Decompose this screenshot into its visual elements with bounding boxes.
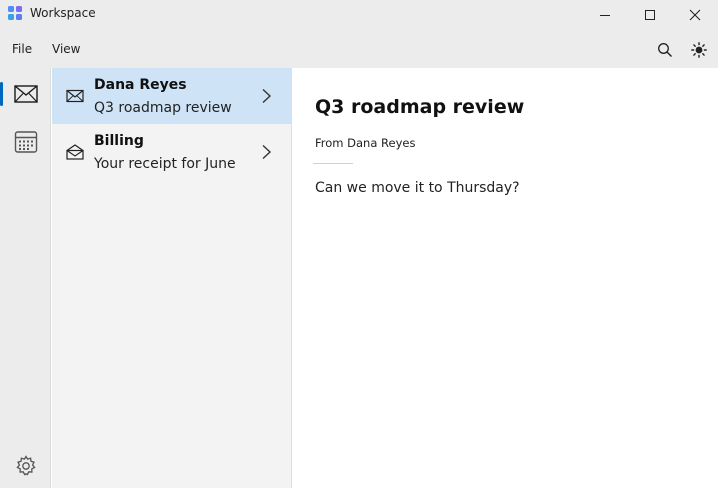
message-subject: Q3 roadmap review [94, 100, 232, 116]
email-body: Can we move it to Thursday? [315, 180, 520, 196]
rail-item-calendar[interactable] [0, 118, 51, 166]
message-sender: Billing [94, 133, 144, 149]
minimize-icon [600, 15, 610, 16]
menu-file[interactable]: File [12, 42, 32, 56]
minimize-button[interactable] [582, 0, 628, 30]
chevron-right-icon [262, 88, 272, 104]
search-button[interactable] [654, 39, 676, 61]
maximize-icon [645, 10, 655, 20]
reading-pane: Q3 roadmap review From Dana Reyes Can we… [293, 68, 718, 488]
window-title: Workspace [30, 6, 96, 20]
app-logo-icon [8, 6, 22, 20]
calendar-icon [14, 131, 37, 153]
chevron-right-icon [262, 144, 272, 160]
rail-item-mail[interactable] [0, 70, 51, 118]
mail-icon [13, 85, 38, 103]
title-bar[interactable]: Workspace [0, 0, 718, 30]
nav-rail [0, 68, 51, 488]
divider [313, 163, 353, 164]
maximize-button[interactable] [627, 0, 673, 30]
message-item[interactable]: Billing Your receipt for June [52, 124, 292, 180]
menu-view[interactable]: View [52, 42, 80, 56]
close-icon [689, 9, 701, 21]
sun-icon [691, 42, 707, 58]
message-item[interactable]: Dana Reyes Q3 roadmap review [52, 68, 292, 124]
close-button[interactable] [672, 0, 718, 30]
settings-button[interactable] [0, 442, 51, 488]
message-list: Dana Reyes Q3 roadmap review Billing You… [52, 68, 292, 488]
email-subject: Q3 roadmap review [315, 96, 525, 118]
email-from: From Dana Reyes [315, 136, 416, 150]
gear-icon [15, 455, 36, 476]
theme-toggle-button[interactable] [688, 39, 710, 61]
message-sender: Dana Reyes [94, 77, 187, 93]
search-icon [658, 43, 672, 57]
envelope-icon [66, 89, 84, 103]
envelope-open-icon [66, 144, 84, 160]
active-indicator [0, 82, 3, 106]
menu-bar: File View [0, 30, 718, 68]
app-window: Workspace File View Dana Reyes Q3 roadma… [0, 0, 718, 488]
message-subject: Your receipt for June [94, 156, 236, 172]
